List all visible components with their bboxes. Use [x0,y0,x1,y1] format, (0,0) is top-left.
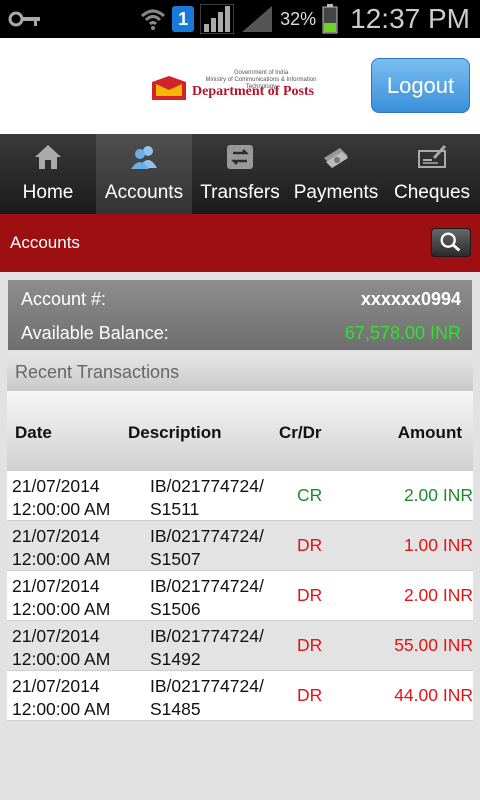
section-bar: Accounts [0,214,480,272]
department-logo: Government of India Ministry of Communic… [152,70,328,104]
transaction-date: 21/07/2014 12:00:00 AM [12,526,111,569]
transaction-amount: 44.00 INR [394,685,473,705]
transaction-amount: 2.00 INR [403,585,473,605]
sim-icon: 1 [172,6,195,32]
users-icon [131,146,157,169]
cheque-icon [418,144,446,168]
home-icon [35,145,61,169]
logo-title: Department of Posts [192,84,315,99]
balance-label: Available Balance: [21,323,169,343]
tab-label: Home [22,182,74,203]
balance-value: 67,578.00 INR [344,323,461,343]
transfer-icon [227,145,253,169]
transaction-description: IB/021774724/S1492 [150,626,264,669]
wifi-icon [141,9,166,30]
column-header-amount: Amount [397,423,462,442]
transaction-type: CR [297,485,323,505]
account-number-label: Account #: [21,289,107,309]
transaction-description: IB/021774724/S1485 [150,676,264,719]
table-row[interactable]: 21/07/2014 12:00:00 AM IB/021774724/S1485… [7,671,473,721]
india-post-emblem-icon [152,76,186,100]
tab-label: Accounts [104,182,184,203]
transactions-table-header: Date Description Cr/Dr Amount [7,391,473,471]
transaction-date: 21/07/2014 12:00:00 AM [12,576,111,619]
tab-transfers[interactable]: Transfers [192,134,288,214]
balance-row: Available Balance: 67,578.00 INR [21,323,461,347]
tab-cheques[interactable]: Cheques [384,134,480,214]
signal-icon [242,6,273,32]
recent-transactions-title: Recent Transactions [7,353,473,391]
tab-home[interactable]: Home [0,134,96,214]
battery-icon [322,4,338,34]
table-row[interactable]: 21/07/2014 12:00:00 AM IB/021774724/S1507… [7,521,473,571]
account-number-row: Account #: xxxxxx0994 [21,289,461,313]
transaction-date: 21/07/2014 12:00:00 AM [12,476,111,519]
tab-payments[interactable]: Payments [288,134,384,214]
tab-label: Payments [293,182,379,203]
transaction-type: DR [297,535,323,555]
transaction-description: IB/021774724/S1507 [150,526,264,569]
table-row[interactable]: 21/07/2014 12:00:00 AM IB/021774724/S1506… [7,571,473,621]
column-header-date: Date [15,423,52,442]
column-header-description: Description [128,423,222,442]
search-icon [440,232,461,252]
transaction-amount: 55.00 INR [394,635,473,655]
table-row[interactable]: 21/07/2014 12:00:00 AM IB/021774724/S1492… [7,621,473,671]
battery-percent: 32% [280,8,317,29]
transaction-date: 21/07/2014 12:00:00 AM [12,676,111,719]
transaction-type: DR [297,685,323,705]
main-nav: Home Accounts Transfers Payments Cheques [0,134,480,214]
tab-label: Cheques [393,182,471,203]
column-header-crdr: Cr/Dr [279,423,322,442]
account-summary: Account #: xxxxxx0994 Available Balance:… [8,280,472,350]
page-title: Accounts [10,233,80,252]
transaction-type: DR [297,635,323,655]
tab-accounts[interactable]: Accounts [96,134,192,214]
app-header: Government of India Ministry of Communic… [0,38,480,134]
key-icon [8,11,40,27]
status-bar: 1 32% 12:37 PM [0,0,480,38]
account-number-value: xxxxxx0994 [360,289,461,309]
clock: 12:37 PM [350,3,470,34]
transactions-table-body: 21/07/2014 12:00:00 AM IB/021774724/S1511… [7,471,473,721]
cash-icon [324,148,348,168]
search-button[interactable] [431,228,471,257]
signal-icon [200,4,235,34]
table-row[interactable]: 21/07/2014 12:00:00 AM IB/021774724/S1511… [7,471,473,521]
tab-label: Transfers [200,182,280,203]
transaction-description: IB/021774724/S1506 [150,576,264,619]
transaction-amount: 2.00 INR [403,485,473,505]
logout-button[interactable]: Logout [371,58,470,113]
transaction-date: 21/07/2014 12:00:00 AM [12,626,111,669]
transaction-type: DR [297,585,323,605]
transaction-description: IB/021774724/S1511 [150,476,264,519]
transaction-amount: 1.00 INR [403,535,473,555]
